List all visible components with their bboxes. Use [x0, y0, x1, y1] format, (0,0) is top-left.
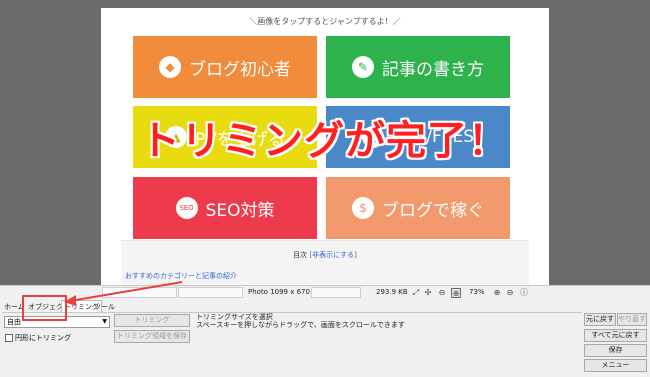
status-cell-empty: [102, 287, 177, 298]
tap-hint: ＼画像をタップするとジャンプするよ！／: [249, 17, 401, 26]
instruction-line: スペースキーを押しながらドラッグで、画面をスクロールできます: [196, 321, 405, 329]
redo-button[interactable]: やり直す: [617, 313, 647, 326]
tile-earn[interactable]: $ ブログで稼ぐ: [326, 177, 510, 239]
zoom-in-icon[interactable]: ⊕: [492, 288, 502, 298]
toc-heading: 目次: [293, 251, 308, 259]
toc-toggle-link[interactable]: [非表示にする]: [309, 251, 357, 259]
status-bar: Photo 1099 x 670 293.9 KB ⤢ ✣ ⊖ ⊕ 73% ⊕ …: [0, 285, 650, 299]
table-of-contents: 目次 [非表示にする] おすすめのカテゴリーと記事の紹介: [121, 240, 529, 285]
image-dimensions: Photo 1099 x 670: [248, 288, 310, 296]
instruction-line: トリミングサイズを選択: [196, 313, 273, 321]
highlight-box: [22, 295, 67, 321]
tile-writing[interactable]: ✎ 記事の書き方: [326, 36, 510, 98]
chevron-down-icon: ▼: [102, 318, 107, 325]
actual-size-icon[interactable]: ✣: [423, 288, 433, 298]
note-pencil-icon: ✎: [352, 56, 374, 78]
revert-all-button[interactable]: すべて元に戻す: [584, 329, 647, 342]
seo-badge-icon: SEO: [175, 197, 198, 219]
zoom-select-icon[interactable]: ⊕: [451, 288, 461, 298]
toc-item[interactable]: おすすめのカテゴリーと記事の紹介: [125, 271, 237, 281]
tile-label: SEO対策: [205, 200, 275, 221]
undo-button[interactable]: 元に戻す: [584, 313, 616, 326]
tile-label: ブログで稼ぐ: [382, 200, 484, 221]
zoom-out-icon[interactable]: ⊖: [437, 288, 447, 298]
image-viewer: ＼画像をタップするとジャンプするよ！／ ◆ ブログ初心者 ✎ 記事の書き方 ▲ …: [0, 0, 650, 285]
checkbox-label: 円形にトリミング: [15, 334, 71, 342]
status-cell-empty: [178, 287, 243, 298]
tile-label: 記事の書き方: [382, 59, 484, 80]
checkbox-box[interactable]: [5, 334, 13, 342]
tile-blog-beginner[interactable]: ◆ ブログ初心者: [133, 36, 317, 98]
info-icon[interactable]: ⓘ: [519, 288, 529, 298]
save-trim-region-button[interactable]: トリミング領域を保存: [114, 330, 190, 343]
beginner-mark-icon: ◆: [159, 56, 181, 78]
overlay-caption: トリミングが完了！: [140, 118, 509, 164]
tile-seo[interactable]: SEO SEO対策: [133, 177, 317, 239]
circle-trim-checkbox[interactable]: 円形にトリミング: [5, 333, 71, 343]
toc-title: 目次 [非表示にする]: [121, 250, 529, 260]
edit-panel: ホーム オブジェクト トリミング ツール: [0, 299, 650, 377]
file-size: 293.9 KB: [376, 288, 408, 296]
status-cell-empty: [311, 287, 361, 298]
fit-icon[interactable]: ⤢: [411, 288, 421, 298]
money-bag-icon: $: [352, 197, 374, 219]
trim-instructions: トリミングサイズを選択 スペースキーを押しながらドラッグで、画面をスクロールでき…: [196, 313, 405, 329]
save-button[interactable]: 保存: [584, 344, 647, 357]
trim-ratio-value: 自由: [7, 318, 21, 326]
menu-button[interactable]: メニュー: [584, 359, 647, 372]
tab-tools[interactable]: ツール: [94, 302, 115, 312]
tile-label: ブログ初心者: [189, 59, 291, 80]
zoom-out-icon[interactable]: ⊖: [505, 288, 515, 298]
zoom-level: 73%: [469, 288, 485, 296]
trim-button[interactable]: トリミング: [114, 314, 190, 327]
